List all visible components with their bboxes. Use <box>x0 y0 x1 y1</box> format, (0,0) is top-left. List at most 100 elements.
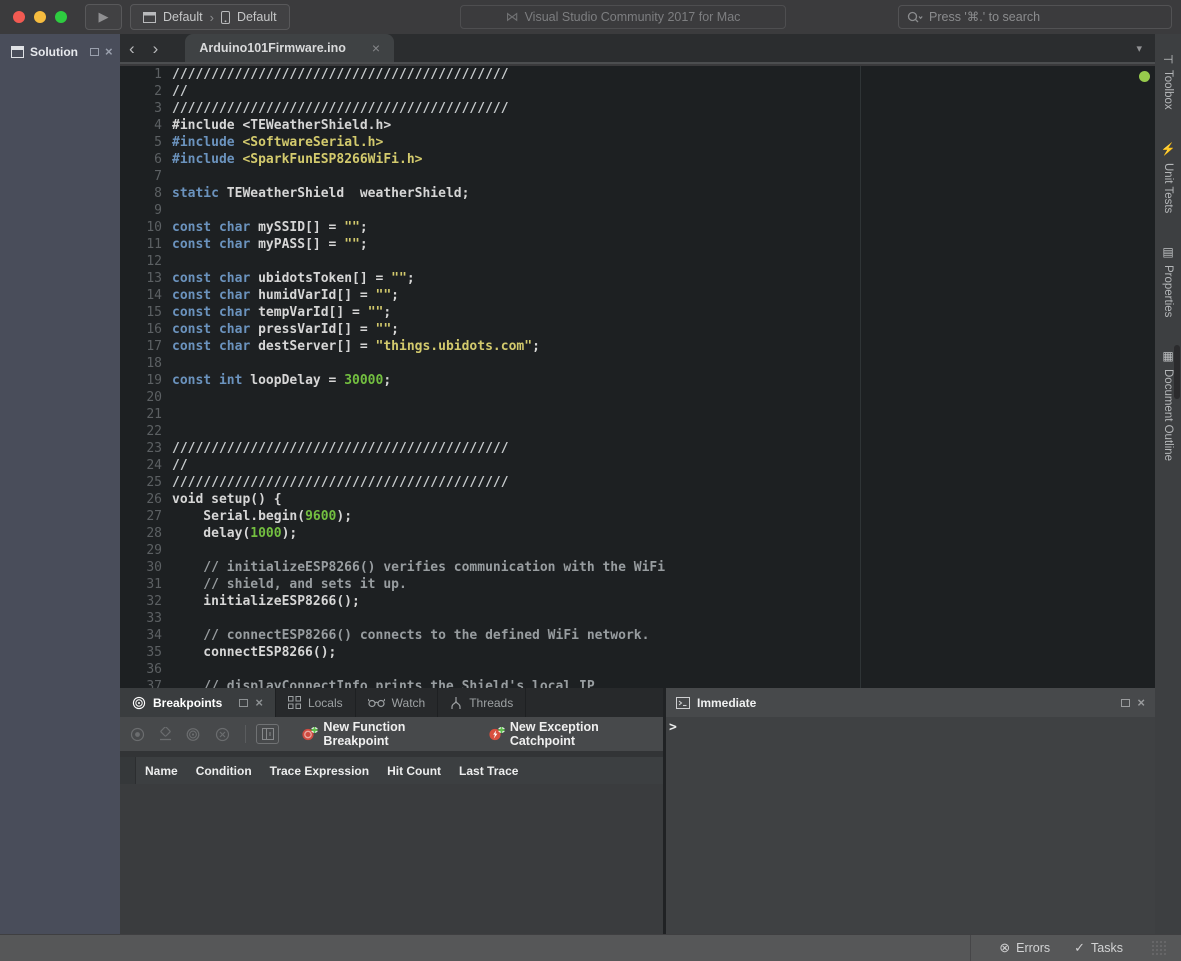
minimize-window-button[interactable] <box>34 11 46 23</box>
rail-tab-unit-tests[interactable]: ⚡Unit Tests <box>1161 142 1175 213</box>
dock-icon[interactable] <box>239 699 248 707</box>
threads-icon <box>450 696 462 710</box>
zoom-window-button[interactable] <box>55 11 67 23</box>
close-panel-button[interactable]: × <box>1137 698 1145 708</box>
tasks-check-icon: ✓ <box>1074 940 1085 956</box>
solution-panel: Solution × <box>0 34 120 934</box>
code-line: 7 <box>120 168 1155 185</box>
line-number: 8 <box>120 185 172 202</box>
code-line: 11const char myPASS[] = ""; <box>120 236 1155 253</box>
breakpoint-marker-column <box>120 757 136 784</box>
search-input[interactable] <box>929 10 1163 24</box>
close-icon[interactable]: × <box>255 698 263 708</box>
column-header-name[interactable]: Name <box>136 764 187 778</box>
run-configuration-selector[interactable]: Default › Default <box>130 4 290 30</box>
rail-tab-toolbox[interactable]: ⊤Toolbox <box>1161 54 1175 110</box>
immediate-input-area[interactable]: > <box>666 717 1155 934</box>
code-line: 23//////////////////////////////////////… <box>120 440 1155 457</box>
code-line: 20 <box>120 389 1155 406</box>
line-number: 34 <box>120 627 172 644</box>
bottom-tab-breakpoints[interactable]: Breakpoints× <box>120 688 276 717</box>
line-number: 28 <box>120 525 172 542</box>
line-number: 11 <box>120 236 172 253</box>
dock-panel-button[interactable] <box>90 48 99 56</box>
rail-tab-properties[interactable]: ▤Properties <box>1161 245 1175 317</box>
global-search[interactable] <box>898 5 1172 29</box>
new-function-breakpoint-button[interactable]: New Function Breakpoint <box>301 720 469 748</box>
code-segment: ; <box>391 288 399 303</box>
code-line: 2// <box>120 83 1155 100</box>
remove-all-breakpoints-button[interactable] <box>215 727 230 742</box>
column-guide <box>860 66 861 688</box>
code-line: 5#include <SoftwareSerial.h> <box>120 134 1155 151</box>
run-button[interactable]: ▶ <box>85 4 122 30</box>
statusbar-divider <box>970 935 971 961</box>
column-header-trace-expression[interactable]: Trace Expression <box>261 764 378 778</box>
bottom-tab-threads[interactable]: Threads <box>438 688 526 717</box>
rail-tab-document-outline[interactable]: ▦Document Outline <box>1161 349 1175 461</box>
tab-filename: Arduino101Firmware.ino <box>199 41 346 55</box>
navigate-back-button[interactable]: ‹ <box>120 36 144 62</box>
status-ok-indicator <box>1139 71 1150 82</box>
rail-scrollbar-thumb[interactable] <box>1174 345 1180 399</box>
code-segment: "" <box>376 322 392 337</box>
code-line: 34 // connectESP8266() connects to the d… <box>120 627 1155 644</box>
search-icon <box>907 11 923 24</box>
resize-grip[interactable] <box>1151 940 1167 956</box>
clear-breakpoint-button[interactable] <box>158 727 173 741</box>
editor-tab-active[interactable]: Arduino101Firmware.ino × <box>185 34 394 62</box>
code-segment: ////////////////////////////////////////… <box>172 475 509 490</box>
code-segment: // displayConnectInfo prints the Shield'… <box>172 679 595 688</box>
rail-tab-label: Document Outline <box>1162 369 1174 461</box>
line-content: #include <SparkFunESP8266WiFi.h> <box>172 151 422 168</box>
code-line: 31 // shield, and sets it up. <box>120 576 1155 593</box>
column-header-hit-count[interactable]: Hit Count <box>378 764 450 778</box>
close-panel-button[interactable]: × <box>105 47 113 57</box>
line-number: 4 <box>120 117 172 134</box>
line-number: 15 <box>120 304 172 321</box>
navigate-forward-button[interactable]: › <box>144 36 168 62</box>
code-line: 17const char destServer[] = "things.ubid… <box>120 338 1155 355</box>
breakpoints-list[interactable] <box>120 784 663 934</box>
tasks-button[interactable]: ✓ Tasks <box>1074 940 1123 956</box>
bottom-tab-watch[interactable]: Watch <box>356 688 439 717</box>
code-segment: // connectESP8266() connects to the defi… <box>172 628 649 643</box>
immediate-panel: Immediate × > <box>666 688 1155 934</box>
errors-label: Errors <box>1016 941 1050 955</box>
bottom-tab-locals[interactable]: Locals <box>276 688 356 717</box>
errors-button[interactable]: ⊗ Errors <box>999 940 1050 956</box>
code-segment: 1000 <box>250 526 281 541</box>
toolbar-separator <box>245 725 246 743</box>
line-number: 36 <box>120 661 172 678</box>
column-header-last-trace[interactable]: Last Trace <box>450 764 527 778</box>
device-label: Default <box>237 10 277 24</box>
column-header-condition[interactable]: Condition <box>187 764 261 778</box>
dock-icon <box>90 48 99 56</box>
new-breakpoint-button[interactable] <box>130 727 145 742</box>
line-content: // shield, and sets it up. <box>172 576 407 593</box>
code-segment: const char <box>172 288 250 303</box>
line-number: 33 <box>120 610 172 627</box>
tab-list-dropdown[interactable]: ▾ <box>1136 42 1142 55</box>
breakpoints-panel: Breakpoints×LocalsWatchThreads <box>120 688 663 934</box>
code-line: 10const char mySSID[] = ""; <box>120 219 1155 236</box>
line-number: 20 <box>120 389 172 406</box>
code-segment: #include <TEWeatherShield.h> <box>172 118 391 133</box>
code-segment: const char <box>172 322 250 337</box>
line-content: static TEWeatherShield weatherShield; <box>172 185 469 202</box>
close-window-button[interactable] <box>13 11 25 23</box>
new-exception-catchpoint-button[interactable]: New Exception Catchpoint <box>488 720 663 748</box>
line-content: #include <TEWeatherShield.h> <box>172 117 391 134</box>
dock-panel-button[interactable] <box>1121 696 1130 710</box>
line-number: 6 <box>120 151 172 168</box>
disable-all-breakpoints-button[interactable] <box>186 727 202 742</box>
code-editor[interactable]: 1///////////////////////////////////////… <box>120 66 1155 688</box>
statusbar: ⊗ Errors ✓ Tasks <box>0 934 1181 961</box>
code-lines: 1///////////////////////////////////////… <box>120 66 1155 688</box>
columns-options-button[interactable] <box>256 724 279 744</box>
line-number: 2 <box>120 83 172 100</box>
code-segment: tempVarId[] = <box>250 305 367 320</box>
close-tab-icon[interactable]: × <box>372 40 380 56</box>
tasks-label: Tasks <box>1091 941 1123 955</box>
locals-icon <box>288 696 301 709</box>
